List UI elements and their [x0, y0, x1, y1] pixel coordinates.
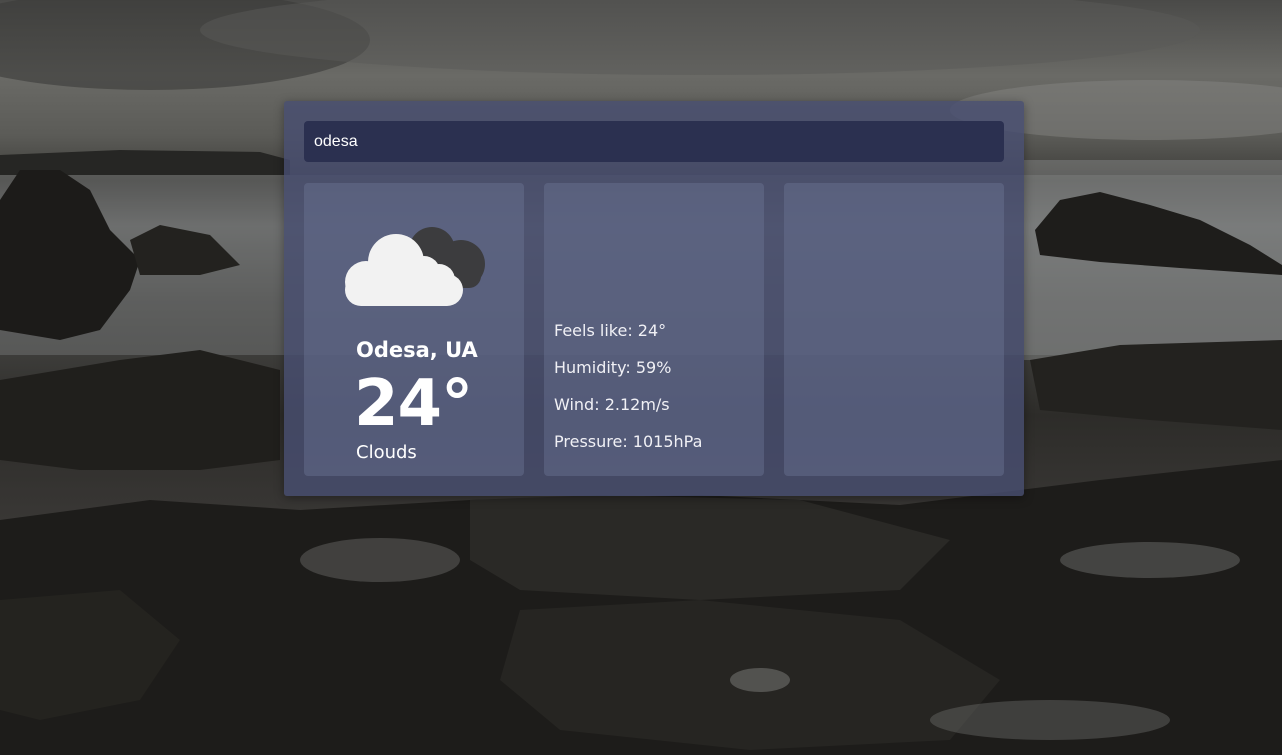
empty-card — [784, 183, 1004, 476]
temperature: 24° — [354, 367, 473, 441]
search-box[interactable] — [304, 121, 1004, 162]
pressure-text: Pressure: 1015hPa — [554, 432, 703, 451]
weather-condition: Clouds — [356, 442, 417, 463]
wind-text: Wind: 2.12m/s — [554, 395, 670, 414]
current-weather-card: Odesa, UA 24° Clouds — [304, 183, 524, 476]
details-list: Feels like: 24° Humidity: 59% Wind: 2.12… — [554, 319, 702, 467]
city-name: Odesa, UA — [356, 338, 478, 362]
feels-like-text: Feels like: 24° — [554, 321, 667, 340]
details-card: Feels like: 24° Humidity: 59% Wind: 2.12… — [544, 183, 764, 476]
humidity-text: Humidity: 59% — [554, 358, 672, 377]
weather-panel: Odesa, UA 24° Clouds Feels like: 24° Hum… — [284, 101, 1024, 496]
search-input[interactable] — [314, 132, 994, 151]
clouds-icon — [345, 227, 485, 306]
